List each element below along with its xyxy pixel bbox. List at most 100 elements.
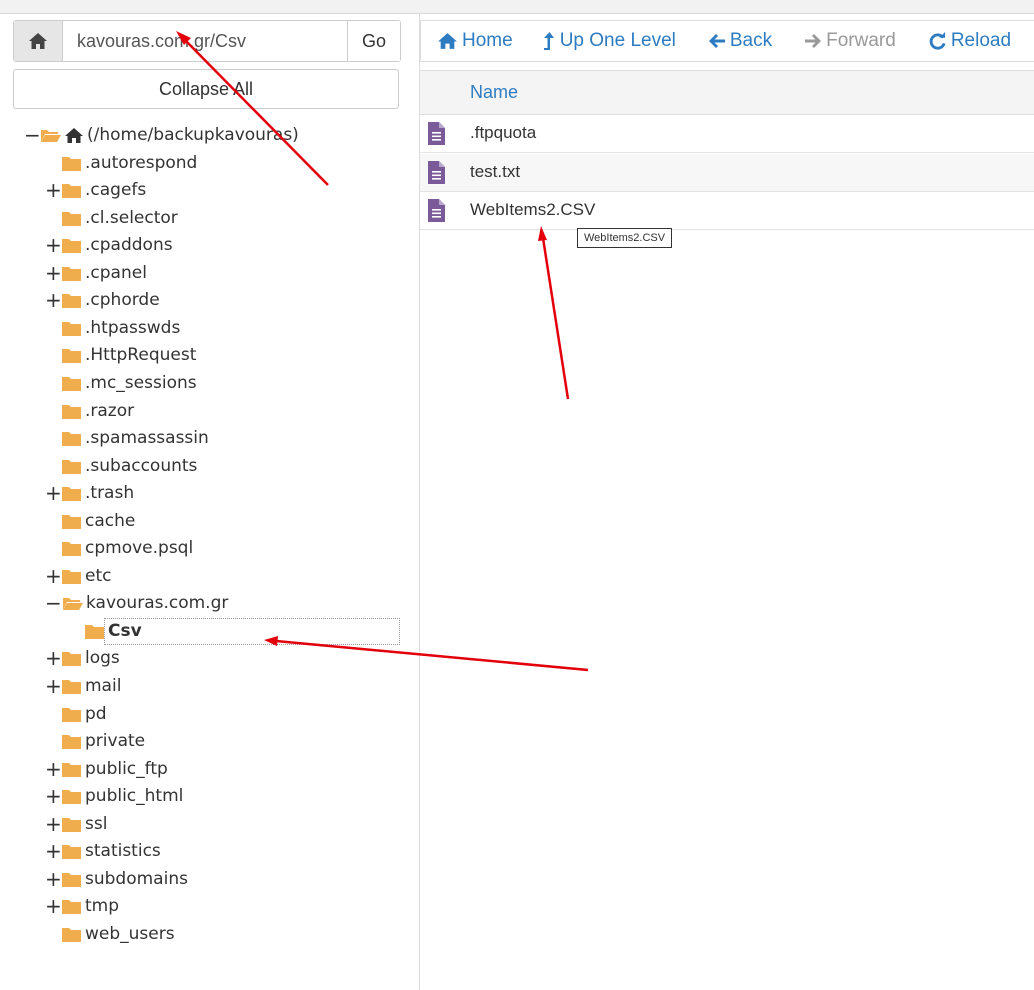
file-icon	[428, 199, 445, 222]
file-name: WebItems2.CSV	[470, 200, 596, 219]
back-button[interactable]: Back	[708, 30, 772, 52]
file-table-header: Name	[420, 70, 1034, 115]
tree-item[interactable]: web_users	[62, 921, 175, 947]
expand-toggle[interactable]: +	[45, 756, 62, 782]
collapse-toggle[interactable]: −	[24, 122, 41, 148]
expand-toggle[interactable]: +	[45, 177, 62, 203]
tree-item[interactable]: + public_ftp	[45, 756, 168, 782]
tree-item[interactable]: + mail	[45, 673, 121, 699]
tree-root[interactable]: − (/home/backupkavouras)	[24, 122, 299, 148]
home-toolbar-button[interactable]: Home	[437, 30, 513, 52]
home-icon	[438, 33, 457, 49]
left-panel: Go Collapse All − (/home/backupkavouras)…	[0, 13, 420, 990]
folder-icon	[62, 431, 81, 446]
file-row[interactable]: test.txt	[420, 153, 1034, 192]
tree-item[interactable]: .subaccounts	[62, 453, 197, 479]
tree-item-label: .spamassassin	[85, 428, 209, 448]
forward-button[interactable]: Forward	[804, 30, 896, 52]
tree-item-label: .cl.selector	[85, 208, 178, 228]
home-icon	[29, 33, 47, 49]
expand-toggle[interactable]: +	[45, 287, 62, 313]
folder-icon	[62, 156, 81, 171]
tree-item-label: public_ftp	[85, 759, 168, 779]
name-column-header[interactable]: Name	[470, 82, 518, 103]
tree-item-label: cache	[85, 511, 136, 531]
folder-icon	[62, 817, 81, 832]
tree-item[interactable]: + tmp	[45, 893, 119, 919]
folder-icon	[62, 789, 81, 804]
up-one-level-button[interactable]: Up One Level	[543, 30, 676, 52]
tree-item-label: pd	[85, 704, 107, 724]
file-icon	[428, 122, 445, 145]
expand-toggle[interactable]: +	[45, 673, 62, 699]
expand-toggle[interactable]: +	[45, 893, 62, 919]
right-panel: Home Up One Level Back Forward Reload Na…	[420, 13, 1034, 990]
tree-item-label: .cpanel	[85, 263, 147, 283]
expand-toggle[interactable]: +	[45, 232, 62, 258]
tree-item[interactable]: .htpasswds	[62, 315, 180, 341]
tree-item[interactable]: .razor	[62, 398, 134, 424]
expand-toggle[interactable]: +	[45, 811, 62, 837]
tree-item-label: .autorespond	[85, 153, 198, 173]
tree-item-label: .cagefs	[85, 180, 147, 200]
file-row[interactable]: WebItems2.CSV	[420, 192, 1034, 230]
tree-item[interactable]: + .cagefs	[45, 177, 147, 203]
tree-item[interactable]: cpmove.psql	[62, 535, 193, 561]
tree-item[interactable]: + .cpanel	[45, 260, 147, 286]
tree-item-label: public_html	[85, 786, 184, 806]
tree-item[interactable]: + public_html	[45, 783, 184, 809]
expand-toggle[interactable]: +	[45, 480, 62, 506]
tree-item[interactable]: .HttpRequest	[62, 342, 196, 368]
tree-item[interactable]: .cl.selector	[62, 205, 178, 231]
tree-item[interactable]: pd	[62, 701, 107, 727]
arrow-right-icon	[805, 34, 822, 48]
folder-icon	[62, 266, 81, 281]
path-home-button[interactable]	[14, 21, 63, 61]
tree-item-label: .subaccounts	[85, 456, 198, 476]
tree-item-label: .mc_sessions	[85, 373, 197, 393]
tree-item[interactable]: private	[62, 728, 145, 754]
tree-item[interactable]: + logs	[45, 645, 120, 671]
folder-icon	[62, 348, 81, 363]
expand-toggle[interactable]: +	[45, 563, 62, 589]
collapse-all-button[interactable]: Collapse All	[13, 69, 399, 109]
tree-item[interactable]: + ssl	[45, 811, 107, 837]
up-one-level-label: Up One Level	[559, 30, 676, 51]
folder-icon	[62, 844, 81, 859]
tree-item[interactable]: + .cphorde	[45, 287, 160, 313]
tree-item[interactable]: cache	[62, 508, 135, 534]
tree-item[interactable]: + .trash	[45, 480, 134, 506]
home-label: Home	[462, 30, 513, 51]
home-icon	[65, 127, 83, 143]
reload-button[interactable]: Reload	[928, 30, 1011, 52]
tree-item[interactable]: + etc	[45, 563, 111, 589]
open-folder-icon	[41, 129, 61, 142]
tree-item[interactable]: + subdomains	[45, 866, 188, 892]
expand-toggle[interactable]: +	[45, 838, 62, 864]
file-icon	[428, 160, 445, 184]
folder-icon	[62, 376, 81, 391]
expand-toggle[interactable]: +	[45, 783, 62, 809]
folder-icon	[62, 651, 81, 666]
folder-icon	[62, 321, 81, 336]
folder-icon	[62, 762, 81, 777]
tree-root-label: (/home/backupkavouras)	[87, 125, 299, 145]
tree-item[interactable]: .mc_sessions	[62, 370, 197, 396]
tree-item[interactable]: − kavouras.com.gr	[45, 590, 228, 616]
file-toolbar: Home Up One Level Back Forward Reload	[420, 20, 1034, 62]
folder-icon	[62, 486, 81, 501]
expand-toggle[interactable]: +	[45, 866, 62, 892]
file-row[interactable]: .ftpquota	[420, 115, 1034, 153]
path-input[interactable]	[63, 21, 347, 61]
tree-item[interactable]: + .cpaddons	[45, 232, 173, 258]
expand-toggle[interactable]: +	[45, 260, 62, 286]
folder-icon	[62, 514, 81, 529]
go-button[interactable]: Go	[347, 21, 400, 61]
tree-item[interactable]: + statistics	[45, 838, 161, 864]
expand-toggle[interactable]: +	[45, 645, 62, 671]
tree-item[interactable]: .autorespond	[62, 150, 197, 176]
open-folder-icon	[63, 597, 83, 610]
file-name: test.txt	[470, 161, 521, 181]
collapse-toggle[interactable]: −	[45, 590, 62, 616]
tree-item[interactable]: .spamassassin	[62, 425, 209, 451]
